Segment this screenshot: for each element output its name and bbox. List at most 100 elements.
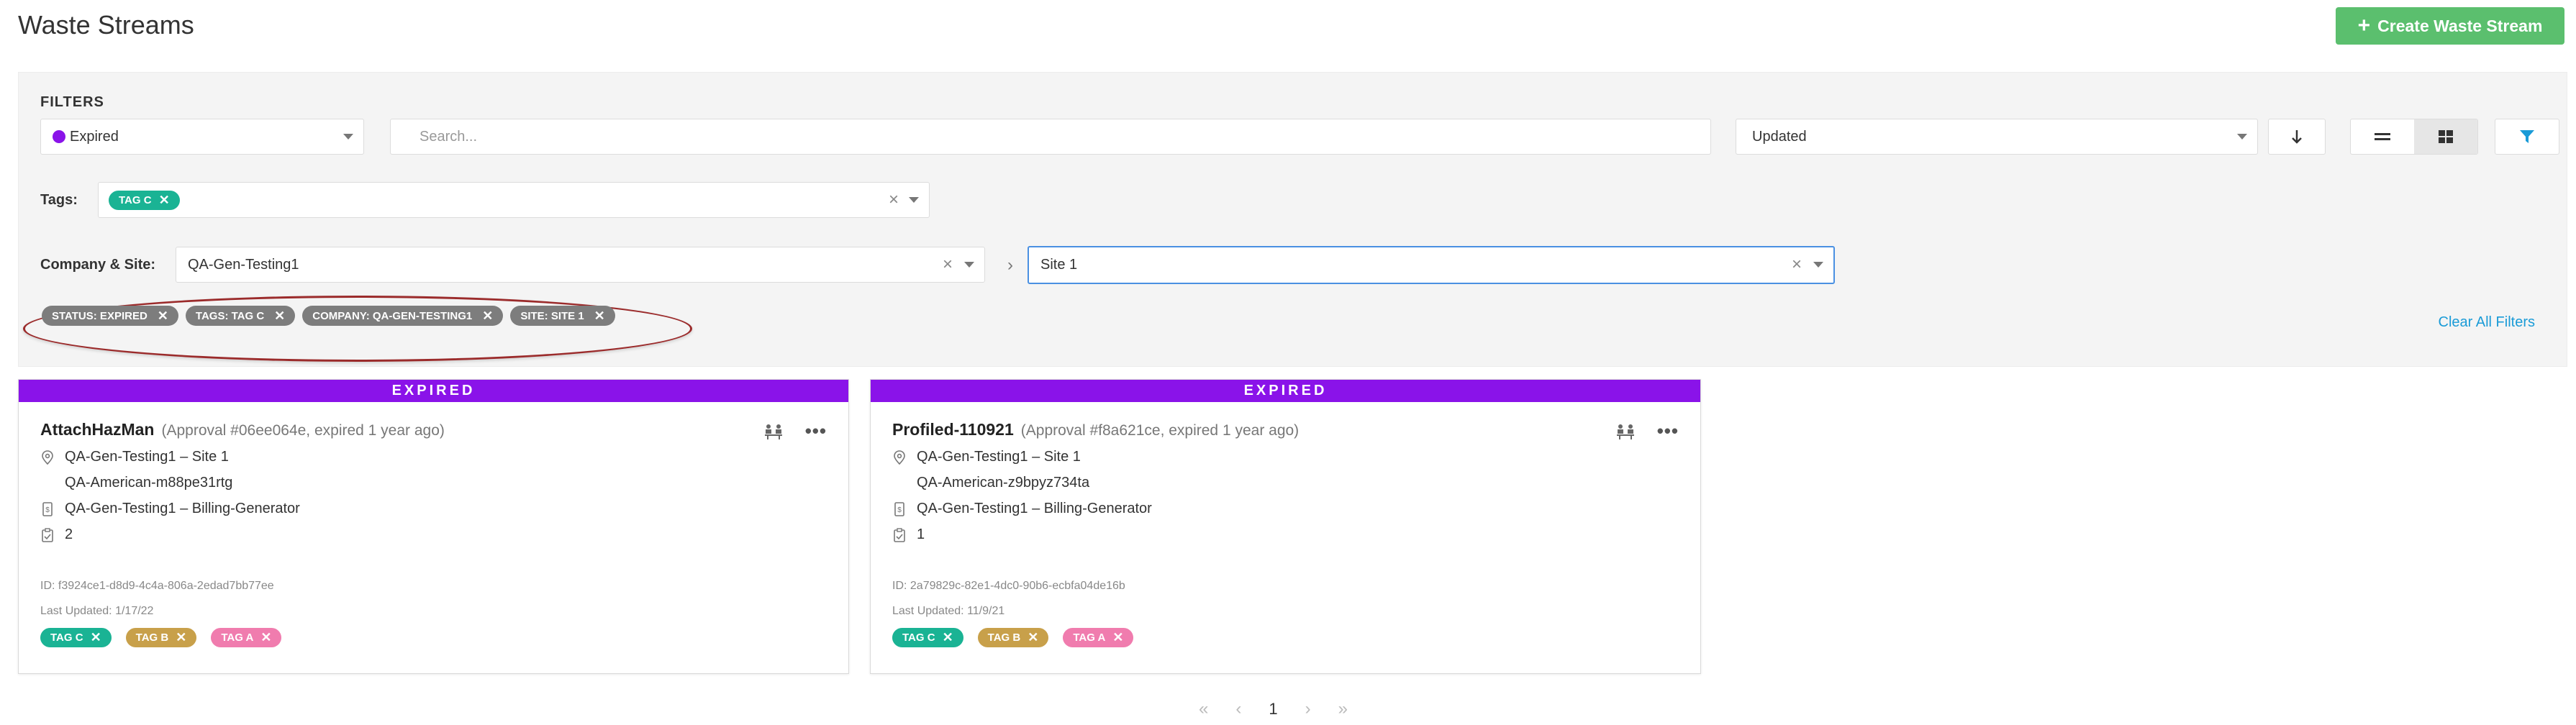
more-options-icon[interactable]: •••: [1657, 420, 1679, 442]
remove-filter-icon[interactable]: ✕: [158, 309, 168, 324]
grid-view-button[interactable]: [2414, 119, 2477, 154]
filter-toggle-button[interactable]: [2495, 119, 2559, 155]
card-billing: QA-Gen-Testing1 – Billing-Generator: [65, 501, 300, 516]
status-value: Expired: [70, 128, 119, 145]
arrow-down-icon: [2292, 130, 2302, 144]
chevron-down-icon: [343, 134, 353, 140]
card-title[interactable]: Profiled-110921: [892, 420, 1014, 439]
filter-icon: [2520, 130, 2534, 143]
tag-label: TAG C: [902, 631, 935, 644]
sort-value: Updated: [1752, 128, 1807, 145]
card-count: 1: [917, 526, 925, 542]
status-dot-icon: [53, 130, 65, 143]
site-value: Site 1: [1040, 257, 1078, 273]
card-id: ID: f3924ce1-d8d9-4c4a-806a-2edad7bb77ee: [40, 580, 274, 592]
clear-all-filters-link[interactable]: Clear All Filters: [2439, 314, 2535, 331]
search-input[interactable]: [390, 119, 1711, 155]
clear-site-icon[interactable]: ×: [1792, 255, 1802, 275]
active-filter-label: COMPANY: QA-GEN-TESTING1: [312, 309, 473, 322]
card-subtitle: (Approval #f8a621ce, expired 1 year ago): [1020, 422, 1300, 439]
card-count: 2: [65, 526, 73, 542]
waste-stream-card: EXPIRED AttachHazMan (Approval #06ee064e…: [18, 379, 849, 674]
view-toggle: [2350, 119, 2478, 155]
card-last-updated: Last Updated: 11/9/21: [892, 605, 1005, 617]
plus-icon: +: [2357, 14, 2371, 37]
meeting-icon[interactable]: [763, 423, 784, 440]
billing-document-icon: $: [894, 501, 904, 516]
billing-document-icon: $: [42, 501, 53, 516]
company-site-label: Company & Site:: [40, 257, 156, 273]
filters-panel: FILTERS Expired Updated Tags: TAG C ✕ × …: [18, 72, 2567, 367]
active-filter-label: TAGS: TAG C: [195, 309, 265, 322]
remove-filter-icon[interactable]: ✕: [274, 309, 285, 324]
list-view-button[interactable]: [2351, 119, 2414, 154]
remove-tag-icon[interactable]: ✕: [1112, 630, 1123, 645]
card-title[interactable]: AttachHazMan: [40, 420, 154, 439]
more-options-icon[interactable]: •••: [805, 420, 827, 442]
create-waste-stream-label: Create Waste Stream: [2377, 16, 2543, 35]
tag-label: TAG B: [987, 631, 1021, 644]
first-page-icon[interactable]: «: [1199, 699, 1208, 719]
card-id: ID: 2a79829c-82e1-4dc0-90b6-ecbfa04de16b: [892, 580, 1125, 592]
remove-tag-icon[interactable]: ✕: [1028, 630, 1038, 645]
clipboard-check-icon: [42, 527, 53, 542]
clear-tags-icon[interactable]: ×: [889, 190, 899, 210]
tag-chip: TAG B ✕: [125, 628, 197, 647]
chevron-down-icon: [1813, 262, 1823, 268]
list-icon: [2375, 133, 2390, 140]
waste-stream-card: EXPIRED Profiled-110921 (Approval #f8a62…: [870, 379, 1701, 674]
active-filter-chips: STATUS: EXPIRED ✕ TAGS: TAG C ✕ COMPANY: Q…: [42, 306, 615, 326]
card-last-updated: Last Updated: 1/17/22: [40, 605, 154, 617]
remove-tag-icon[interactable]: ✕: [260, 630, 271, 645]
remove-tag-icon[interactable]: ✕: [159, 193, 170, 208]
tag-chip: TAG C ✕: [892, 628, 963, 647]
previous-page-icon[interactable]: ‹: [1235, 699, 1241, 719]
remove-filter-icon[interactable]: ✕: [594, 309, 605, 324]
card-vendor: QA-American-z9bpyz734ta: [917, 475, 1090, 491]
status-select[interactable]: Expired: [40, 119, 364, 155]
filters-heading: FILTERS: [40, 94, 104, 110]
active-filter-chip: SITE: SITE 1 ✕: [510, 306, 615, 326]
active-filter-label: STATUS: EXPIRED: [52, 309, 148, 322]
tag-label: TAG C: [50, 631, 83, 644]
remove-tag-icon[interactable]: ✕: [943, 630, 953, 645]
site-select[interactable]: Site 1 ×: [1028, 246, 1835, 284]
sort-select[interactable]: Updated: [1736, 119, 2258, 155]
tag-label: TAG A: [1073, 631, 1106, 644]
clipboard-check-icon: [894, 527, 905, 542]
active-filter-chip: TAGS: TAG C ✕: [185, 306, 296, 326]
card-location: QA-Gen-Testing1 – Site 1: [917, 449, 1081, 465]
last-page-icon[interactable]: »: [1338, 699, 1348, 719]
remove-tag-icon[interactable]: ✕: [91, 630, 101, 645]
grid-icon: [2439, 130, 2453, 143]
status-banner: EXPIRED: [19, 380, 848, 402]
card-location: QA-Gen-Testing1 – Site 1: [65, 449, 229, 465]
company-select[interactable]: QA-Gen-Testing1 ×: [176, 247, 985, 283]
card-vendor: QA-American-m88pe31rtg: [65, 475, 233, 491]
tags-select[interactable]: TAG C ✕ ×: [98, 182, 930, 218]
chevron-down-icon: [2237, 134, 2247, 140]
chevron-down-icon: [964, 262, 974, 268]
next-page-icon[interactable]: ›: [1305, 699, 1311, 719]
tags-label: Tags:: [40, 192, 78, 208]
svg-text:$: $: [897, 506, 902, 514]
create-waste-stream-button[interactable]: + Create Waste Stream: [2336, 7, 2564, 45]
remove-filter-icon[interactable]: ✕: [482, 309, 493, 324]
selected-tag-label: TAG C: [119, 193, 152, 206]
remove-tag-icon[interactable]: ✕: [176, 630, 186, 645]
tag-chip: TAG A ✕: [211, 628, 282, 647]
selected-tag-chip: TAG C ✕: [109, 190, 180, 210]
location-pin-icon: [894, 450, 905, 465]
sort-direction-button[interactable]: [2268, 119, 2326, 155]
pagination: « ‹ 1 › »: [1199, 699, 1348, 719]
page-title: Waste Streams: [18, 10, 194, 40]
current-page[interactable]: 1: [1269, 700, 1277, 719]
clear-company-icon[interactable]: ×: [943, 255, 953, 275]
meeting-icon[interactable]: [1615, 423, 1636, 440]
company-value: QA-Gen-Testing1: [188, 256, 299, 273]
chevron-down-icon: [909, 197, 919, 203]
chevron-right-icon: ›: [1007, 255, 1013, 275]
active-filter-chip: STATUS: EXPIRED ✕: [42, 306, 178, 326]
card-subtitle: (Approval #06ee064e, expired 1 year ago): [161, 422, 445, 439]
tag-chip: TAG C ✕: [40, 628, 112, 647]
